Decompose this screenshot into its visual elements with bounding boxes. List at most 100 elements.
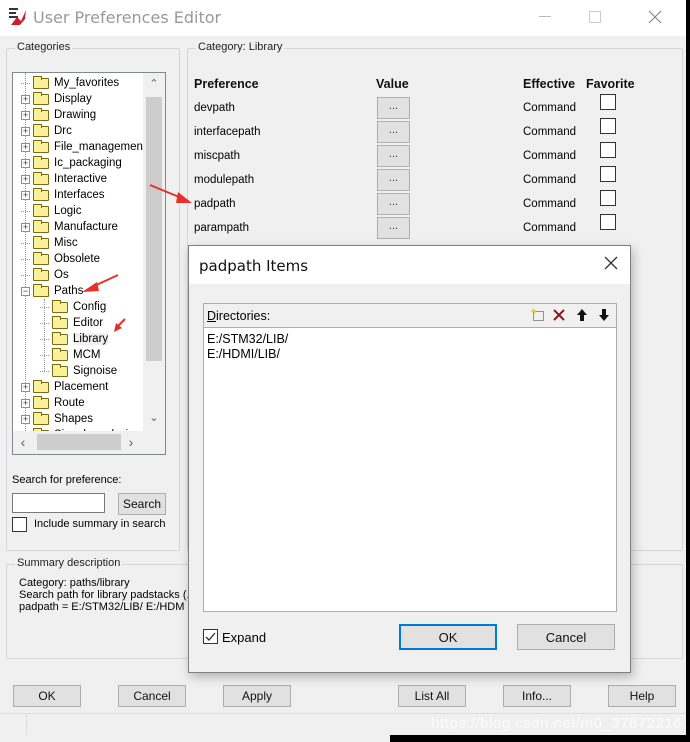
expand-icon[interactable]: +: [21, 174, 30, 184]
value-edit-button[interactable]: ...: [377, 97, 410, 119]
tree-item-interfaces[interactable]: + Interfaces: [21, 187, 105, 203]
tree-connector: [40, 354, 49, 356]
expand-icon[interactable]: +: [21, 158, 30, 168]
directory-item[interactable]: E:/HDMI/LIB/: [204, 347, 616, 362]
ok-button[interactable]: OK: [13, 685, 81, 707]
search-input[interactable]: [12, 493, 105, 513]
scroll-up-icon[interactable]: ⌃: [143, 77, 165, 95]
scroll-left-icon[interactable]: ‹: [15, 434, 31, 452]
value-edit-button[interactable]: ...: [377, 169, 410, 191]
tree-item-editor[interactable]: Editor: [40, 315, 103, 331]
new-item-button[interactable]: [530, 308, 546, 324]
directory-item[interactable]: E:/STM32/LIB/: [204, 332, 616, 347]
expand-icon[interactable]: +: [21, 222, 30, 232]
close-button[interactable]: [640, 6, 670, 28]
folder-icon: [52, 331, 68, 345]
value-edit-button[interactable]: ...: [377, 217, 410, 239]
expand-icon[interactable]: +: [21, 126, 30, 136]
tree-item-os[interactable]: Os: [21, 267, 69, 283]
value-edit-button[interactable]: ...: [377, 193, 410, 215]
effective-value: Command: [523, 174, 577, 186]
minimize-button[interactable]: [530, 6, 560, 28]
tree-horizontal-scrollbar[interactable]: ‹ ›: [13, 431, 165, 454]
expand-icon[interactable]: +: [21, 190, 30, 200]
expand-icon[interactable]: +: [21, 142, 30, 152]
favorite-checkbox[interactable]: [600, 214, 616, 230]
tree-item-interactive[interactable]: + Interactive: [21, 171, 107, 187]
directories-list[interactable]: E:/STM32/LIB/ E:/HDMI/LIB/: [204, 328, 616, 611]
folder-icon: [33, 411, 49, 425]
tree-item-my-favorites[interactable]: My_favorites: [21, 75, 119, 91]
collapse-icon[interactable]: −: [21, 286, 30, 296]
info-button[interactable]: Info...: [503, 685, 571, 707]
category-tree-items: My_favorites + Display + Drawing + Drc + File_ma…: [13, 73, 143, 431]
search-button[interactable]: Search: [118, 493, 166, 515]
folder-icon: [33, 219, 49, 233]
favorite-checkbox[interactable]: [600, 142, 616, 158]
dialog-cancel-button[interactable]: Cancel: [517, 624, 615, 650]
tree-item-label: Obsolete: [54, 253, 101, 265]
tree-item-file-management[interactable]: + File_management: [21, 139, 143, 155]
folder-icon: [52, 299, 68, 313]
delete-item-button[interactable]: [551, 308, 567, 324]
apply-button[interactable]: Apply: [223, 685, 291, 707]
value-edit-button[interactable]: ...: [377, 121, 410, 143]
tree-item-config[interactable]: Config: [40, 299, 106, 315]
summary-text: Category: paths/library Search path for …: [19, 577, 196, 613]
move-up-button[interactable]: [574, 308, 590, 324]
tree-item-signoise[interactable]: Signoise: [40, 363, 117, 379]
tree-item-shapes[interactable]: + Shapes: [21, 411, 93, 427]
tree-item-misc[interactable]: Misc: [21, 235, 78, 251]
maximize-button[interactable]: [580, 6, 610, 28]
include-summary-checkbox[interactable]: [12, 517, 27, 532]
tree-item-placement[interactable]: + Placement: [21, 379, 108, 395]
tree-item-logic[interactable]: Logic: [21, 203, 82, 219]
tree-item-route[interactable]: + Route: [21, 395, 85, 411]
tree-item-drc[interactable]: + Drc: [21, 123, 72, 139]
tree-item-label: Interfaces: [54, 189, 105, 201]
favorite-checkbox[interactable]: [600, 94, 616, 110]
tree-item-mcm[interactable]: MCM: [40, 347, 100, 363]
tree-vertical-scrollbar[interactable]: ⌃ ⌄: [143, 73, 165, 431]
value-edit-button[interactable]: ...: [377, 145, 410, 167]
tree-item-library[interactable]: Library: [40, 331, 109, 347]
favorite-checkbox[interactable]: [600, 166, 616, 182]
dialog-close-button[interactable]: [604, 253, 618, 276]
move-down-button[interactable]: [596, 308, 612, 324]
tree-item-paths[interactable]: − Paths: [21, 283, 83, 299]
favorite-checkbox[interactable]: [600, 118, 616, 134]
move-up-icon: [577, 309, 587, 321]
background-edge: [686, 0, 690, 742]
expand-checkbox[interactable]: [203, 629, 218, 644]
preference-row: parampath... Command: [194, 214, 624, 241]
scroll-down-icon[interactable]: ⌄: [143, 411, 165, 429]
expand-icon[interactable]: +: [21, 110, 30, 120]
favorite-checkbox[interactable]: [600, 190, 616, 206]
dialog-ok-button[interactable]: OK: [399, 624, 497, 650]
tree-item-manufacture[interactable]: + Manufacture: [21, 219, 118, 235]
expand-icon[interactable]: +: [21, 398, 30, 408]
tree-item-label: Display: [54, 93, 92, 105]
tree-item-label: Drc: [54, 125, 72, 137]
expand-icon[interactable]: +: [21, 94, 30, 104]
effective-value: Command: [523, 102, 577, 114]
cancel-button[interactable]: Cancel: [118, 685, 186, 707]
folder-icon: [52, 363, 68, 377]
scroll-right-icon[interactable]: ›: [123, 434, 139, 452]
preferences-group-label: Category: Library: [196, 41, 285, 53]
tree-item-obsolete[interactable]: Obsolete: [21, 251, 100, 267]
tree-item-label: File_management: [54, 141, 143, 153]
expand-icon[interactable]: +: [21, 382, 30, 392]
expand-icon[interactable]: +: [21, 414, 30, 424]
effective-value: Command: [523, 198, 577, 210]
directories-header: Directories:: [204, 304, 616, 328]
annotation-arrow-icon: [149, 184, 192, 203]
tree-item-drawing[interactable]: + Drawing: [21, 107, 96, 123]
category-tree[interactable]: My_favorites + Display + Drawing + Drc + File_ma…: [12, 72, 166, 455]
tree-item-ic-packaging[interactable]: + Ic_packaging: [21, 155, 122, 171]
tree-vscroll-thumb[interactable]: [146, 97, 162, 361]
help-button[interactable]: Help: [608, 685, 676, 707]
list-all-button[interactable]: List All: [398, 685, 466, 707]
tree-hscroll-thumb[interactable]: [37, 434, 121, 450]
tree-item-display[interactable]: + Display: [21, 91, 92, 107]
